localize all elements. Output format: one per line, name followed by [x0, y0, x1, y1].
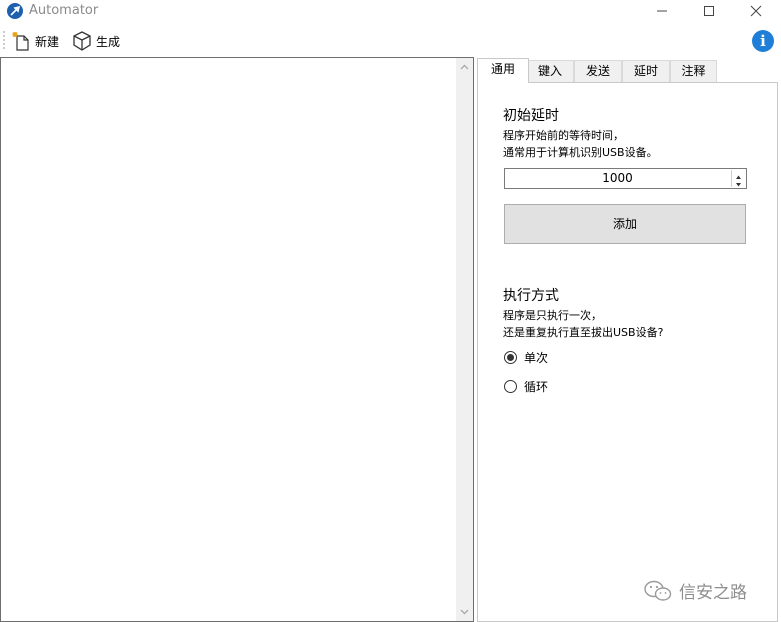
script-list-pane[interactable] [0, 57, 474, 622]
toolbar-grip[interactable] [3, 30, 5, 50]
initial-delay-desc-1: 程序开始前的等待时间， [503, 129, 624, 142]
radio-once[interactable]: 单次 [504, 349, 548, 366]
minimize-button[interactable] [639, 0, 685, 22]
radio-once-indicator[interactable] [504, 351, 517, 364]
new-button-label: 新建 [35, 34, 60, 49]
spin-down-icon [736, 183, 741, 187]
spin-up-button[interactable] [732, 170, 745, 179]
new-button[interactable]: 新建 [11, 29, 59, 53]
close-button[interactable] [733, 0, 779, 22]
tab-general[interactable]: 通用 [477, 58, 529, 83]
scroll-down-icon[interactable] [460, 607, 469, 616]
tab-delay[interactable]: 延时 [622, 60, 670, 82]
watermark: 信安之路 [643, 578, 747, 603]
scroll-up-icon[interactable] [460, 63, 469, 72]
new-file-icon [11, 31, 31, 51]
maximize-icon [704, 6, 714, 16]
initial-delay-desc-2: 通常用于计算机识别USB设备。 [503, 146, 658, 159]
radio-once-label: 单次 [524, 351, 549, 365]
build-button[interactable]: 生成 [72, 29, 120, 53]
delay-spinbox[interactable]: 1000 [504, 168, 747, 189]
cube-icon [72, 31, 92, 51]
general-tab-panel: 初始延时 程序开始前的等待时间， 通常用于计算机识别USB设备。 1000 添加… [477, 82, 778, 622]
delay-value[interactable]: 1000 [505, 169, 730, 188]
radio-loop[interactable]: 循环 [504, 378, 548, 395]
spin-down-button[interactable] [732, 178, 745, 187]
exec-mode-desc-1: 程序是只执行一次， [503, 309, 602, 322]
maximize-button[interactable] [686, 0, 732, 22]
minimize-icon [657, 10, 667, 12]
add-button[interactable]: 添加 [504, 204, 746, 244]
close-icon [750, 5, 762, 17]
title-bar: Automator [0, 0, 781, 24]
spin-buttons [731, 170, 745, 187]
exec-mode-desc-2: 还是重复执行直至拔出USB设备? [503, 326, 664, 339]
tab-send[interactable]: 发送 [574, 60, 622, 82]
tab-typing[interactable]: 键入 [526, 60, 574, 82]
window-title: Automator [29, 3, 99, 18]
info-icon[interactable]: i [752, 30, 774, 52]
watermark-text: 信安之路 [679, 583, 747, 603]
wechat-icon [644, 580, 672, 601]
initial-delay-title: 初始延时 [503, 108, 559, 124]
tab-comment[interactable]: 注释 [670, 60, 717, 82]
radio-loop-label: 循环 [524, 380, 549, 394]
build-button-label: 生成 [96, 34, 121, 49]
exec-mode-title: 执行方式 [503, 288, 559, 304]
vertical-scrollbar[interactable] [456, 58, 473, 621]
toolbar: 新建 生成 i [0, 26, 781, 56]
app-icon [7, 3, 23, 19]
radio-loop-indicator[interactable] [504, 380, 517, 393]
